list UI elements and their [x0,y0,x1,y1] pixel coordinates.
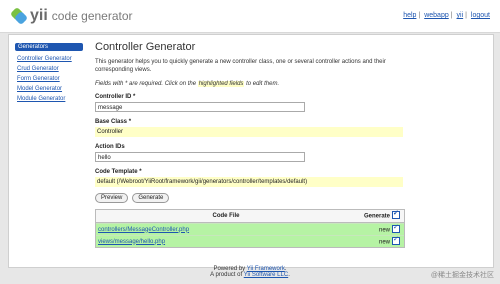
sidebar-item-form-generator[interactable]: Form Generator [17,76,83,82]
status-cell: new [356,235,404,246]
link-separator: | [450,12,453,19]
code-file-cell: views/message/hello.php [96,239,356,245]
preview-button[interactable]: Preview [95,193,129,203]
status-cell: new [356,223,404,234]
generate-checkbox[interactable] [392,223,400,233]
action-ids-input[interactable]: hello [95,152,305,162]
footer: Powered by Yii Framework. A product of Y… [0,266,500,278]
watermark: @稀土掘金技术社区 [430,272,494,279]
sidebar-item-controller-generator[interactable]: Controller Generator [17,56,83,62]
generate-header-label: Generate [363,213,390,220]
action-ids-label: Action IDs [95,144,125,150]
generate-checkbox[interactable] [392,235,400,245]
base-class-field[interactable]: Controller [95,127,403,137]
content: Controller Generator This generator help… [95,41,485,261]
generate-header: Generate [356,209,404,220]
table-row: views/message/hello.php new [96,235,404,247]
sidebar-title: Generators [15,43,83,51]
logo: yii code generator [10,7,133,25]
table-row: controllers/MessageController.php new [96,223,404,235]
link-separator: | [465,12,467,19]
required-fields-note: Fields with * are required. Click on the… [95,81,485,87]
code-file-link[interactable]: views/message/hello.php [98,239,165,245]
status-label: new [378,239,390,246]
app-name: code generator [51,9,133,23]
logo-text: yii [30,7,48,24]
footer-line-2-suffix: . [288,272,290,278]
note-suffix: to edit them. [244,81,280,87]
yii-software-link[interactable]: Yii Software LLC [244,272,288,278]
footer-line-2-prefix: A product of [210,272,244,278]
sidebar-item-crud-generator[interactable]: Crud Generator [17,66,83,72]
base-class-label: Base Class * [95,119,132,125]
code-file-header: Code File [212,213,240,219]
note-highlighted-fields: highlighted fields [197,81,245,87]
header: yii code generator help | webapp | yii | lo… [0,0,500,33]
controller-id-input[interactable]: message [95,102,305,112]
status-label: new [378,227,390,234]
page-description: This generator helps you to quickly gene… [95,59,386,73]
sidebar-item-module-generator[interactable]: Module Generator [17,96,83,102]
code-template-label: Code Template * [95,169,142,175]
page-title: Controller Generator [95,41,196,53]
code-file-cell: controllers/MessageController.php [96,227,356,233]
code-file-link[interactable]: controllers/MessageController.php [98,227,189,233]
top-links: help | webapp | yii | logout [403,12,490,19]
table-header: Code File Generate [96,209,404,223]
link-separator: | [418,12,421,19]
form-buttons: Preview Generate [95,193,485,203]
main-container: Generators Controller Generator Crud Gen… [8,34,494,268]
controller-id-label: Controller ID * [95,94,136,100]
yii-link[interactable]: yii [457,12,464,19]
yii-logo-icon [10,7,28,25]
generate-button[interactable]: Generate [132,193,170,203]
page: yii code generator help | webapp | yii | lo… [0,0,500,284]
select-all-checkbox[interactable] [392,209,400,219]
webapp-link[interactable]: webapp [424,12,449,19]
logout-link[interactable]: logout [471,12,490,19]
footer-line-2: A product of Yii Software LLC. [0,272,500,278]
code-file-table: Code File Generate controllers/MessageCo… [95,209,405,248]
sidebar-item-model-generator[interactable]: Model Generator [17,86,83,92]
help-link[interactable]: help [403,12,416,19]
note-prefix: Fields with * are required. Click on the [95,81,198,87]
code-template-field[interactable]: default (/Webroot/YiiRoot/framework/gii/… [95,177,403,187]
sidebar: Generators Controller Generator Crud Gen… [15,43,83,259]
